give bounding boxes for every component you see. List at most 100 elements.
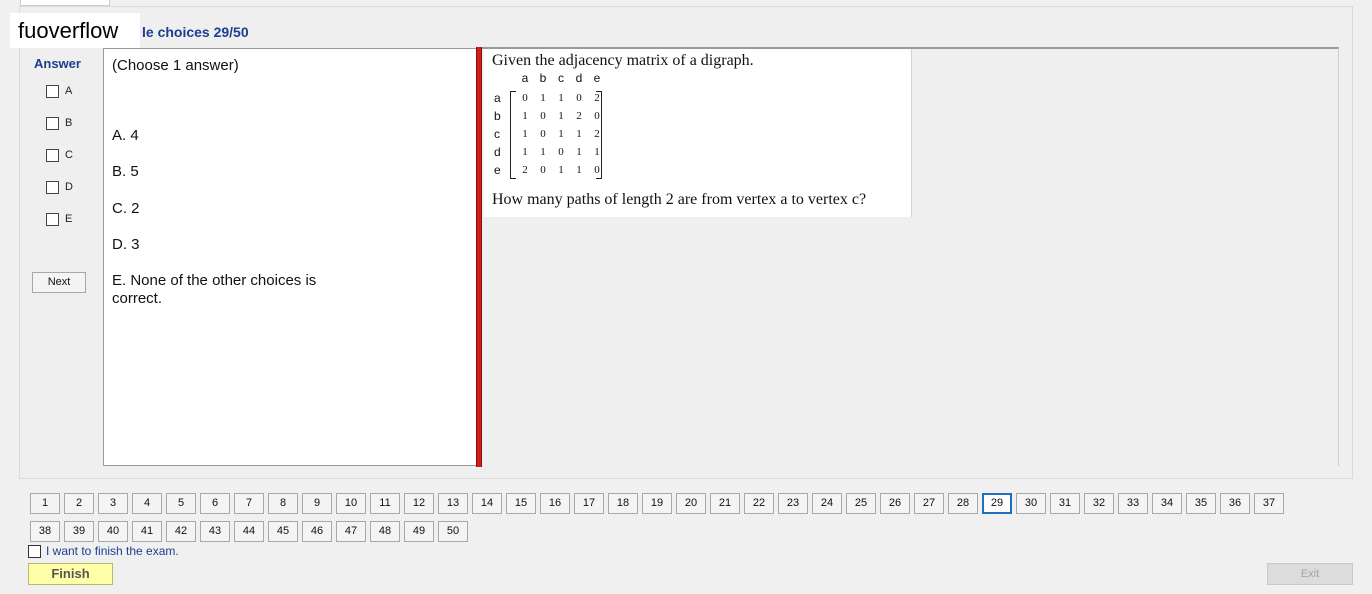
question-nav-button[interactable]: 11	[370, 493, 400, 514]
question-nav-button[interactable]: 29	[982, 493, 1012, 514]
answer-option-label: D	[65, 181, 73, 193]
question-nav-button[interactable]: 31	[1050, 493, 1080, 514]
question-nav-button[interactable]: 3	[98, 493, 128, 514]
brand-watermark: fuoverflow	[10, 13, 140, 48]
choice-a: A. 4	[112, 127, 139, 144]
answer-option-label: E	[65, 213, 73, 225]
matrix-row-label: b	[494, 109, 501, 123]
matrix-cell: 1	[522, 128, 528, 140]
question-nav-button[interactable]: 10	[336, 493, 366, 514]
question-nav-button[interactable]: 9	[302, 493, 332, 514]
question-nav-button[interactable]: 38	[30, 521, 60, 542]
question-nav-button[interactable]: 42	[166, 521, 196, 542]
question-nav-button[interactable]: 28	[948, 493, 978, 514]
question-nav-button[interactable]: 44	[234, 521, 264, 542]
question-nav-button[interactable]: 13	[438, 493, 468, 514]
question-nav-button[interactable]: 25	[846, 493, 876, 514]
question-nav-button[interactable]: 22	[744, 493, 774, 514]
question-nav-button[interactable]: 43	[200, 521, 230, 542]
choice-d: D. 3	[112, 236, 140, 253]
matrix-cell: 1	[558, 92, 564, 104]
question-nav-button[interactable]: 37	[1254, 493, 1284, 514]
question-nav-button[interactable]: 6	[200, 493, 230, 514]
question-nav-button[interactable]: 41	[132, 521, 162, 542]
question-nav-button[interactable]: 19	[642, 493, 672, 514]
matrix-cell: 1	[594, 146, 600, 158]
question-nav-button[interactable]: 16	[540, 493, 570, 514]
checkbox[interactable]	[46, 212, 59, 226]
answer-option-a[interactable]: A	[46, 84, 72, 98]
checkbox[interactable]	[46, 180, 59, 194]
question-nav-button[interactable]: 40	[98, 521, 128, 542]
question-nav-button[interactable]: 46	[302, 521, 332, 542]
checkbox[interactable]	[46, 84, 59, 98]
question-nav-button[interactable]: 33	[1118, 493, 1148, 514]
matrix-col-label: d	[575, 71, 583, 85]
answer-option-c[interactable]: C	[46, 148, 73, 162]
question-nav-button[interactable]: 30	[1016, 493, 1046, 514]
question-nav-button[interactable]: 2	[64, 493, 94, 514]
question-nav-button[interactable]: 17	[574, 493, 604, 514]
question-nav-button[interactable]: 32	[1084, 493, 1114, 514]
question-nav-button[interactable]: 4	[132, 493, 162, 514]
finish-checkbox-label: I want to finish the exam.	[46, 544, 179, 558]
matrix-col-label: a	[521, 71, 529, 85]
answer-option-d[interactable]: D	[46, 180, 73, 194]
matrix-cell: 0	[594, 110, 600, 122]
question-nav-button[interactable]: 7	[234, 493, 264, 514]
matrix-cell: 2	[594, 128, 600, 140]
choice-c: C. 2	[112, 200, 140, 217]
question-nav-button[interactable]: 47	[336, 521, 366, 542]
question-nav-button[interactable]: 36	[1220, 493, 1250, 514]
question-intro: Given the adjacency matrix of a digraph.	[492, 52, 754, 69]
checkbox[interactable]	[46, 116, 59, 130]
question-nav-button[interactable]: 27	[914, 493, 944, 514]
question-nav-button[interactable]: 20	[676, 493, 706, 514]
checkbox[interactable]	[46, 148, 59, 162]
question-nav-button[interactable]: 1	[30, 493, 60, 514]
choices-panel: (Choose 1 answer) A. 4 B. 5 C. 2 D. 3 E.…	[103, 48, 478, 466]
choice-b: B. 5	[112, 163, 139, 180]
question-progress-title: le choices 29/50	[142, 24, 249, 40]
choice-e: E. None of the other choices is correct.	[112, 272, 317, 307]
question-nav-button[interactable]: 24	[812, 493, 842, 514]
matrix-col-label: e	[593, 71, 601, 85]
matrix-cell: 1	[576, 146, 582, 158]
answer-option-e[interactable]: E	[46, 212, 72, 226]
matrix-cell: 1	[540, 92, 546, 104]
finish-confirm[interactable]: I want to finish the exam.	[28, 544, 179, 558]
question-nav-button[interactable]: 5	[166, 493, 196, 514]
matrix-cell: 0	[540, 164, 546, 176]
matrix-cell: 0	[558, 146, 564, 158]
question-nav-button[interactable]: 48	[370, 521, 400, 542]
finish-checkbox[interactable]	[28, 544, 41, 558]
exit-button[interactable]: Exit	[1267, 563, 1353, 585]
matrix-cell: 0	[540, 128, 546, 140]
next-button[interactable]: Next	[32, 272, 86, 293]
matrix-left-bracket	[510, 91, 516, 179]
question-nav-button[interactable]: 12	[404, 493, 434, 514]
question-nav-button[interactable]: 50	[438, 521, 468, 542]
matrix-cell: 1	[576, 164, 582, 176]
question-nav-button[interactable]: 45	[268, 521, 298, 542]
question-nav-button[interactable]: 49	[404, 521, 434, 542]
matrix-cell: 1	[576, 128, 582, 140]
question-nav-button[interactable]: 34	[1152, 493, 1182, 514]
question-nav-button[interactable]: 23	[778, 493, 808, 514]
question-nav-button[interactable]: 8	[268, 493, 298, 514]
question-nav-button[interactable]: 26	[880, 493, 910, 514]
question-nav-button[interactable]: 14	[472, 493, 502, 514]
answer-option-b[interactable]: B	[46, 116, 72, 130]
finish-button[interactable]: Finish	[28, 563, 113, 585]
matrix-col-label: c	[558, 71, 564, 85]
question-nav-button[interactable]: 35	[1186, 493, 1216, 514]
question-nav-button[interactable]: 39	[64, 521, 94, 542]
question-nav-button[interactable]: 15	[506, 493, 536, 514]
question-nav-button[interactable]: 18	[608, 493, 638, 514]
matrix-row-label: c	[494, 127, 500, 141]
matrix-row-label: d	[494, 145, 501, 159]
matrix-cell: 0	[576, 92, 582, 104]
matrix-cell: 1	[558, 128, 564, 140]
matrix-cell: 0	[522, 92, 528, 104]
question-nav-button[interactable]: 21	[710, 493, 740, 514]
